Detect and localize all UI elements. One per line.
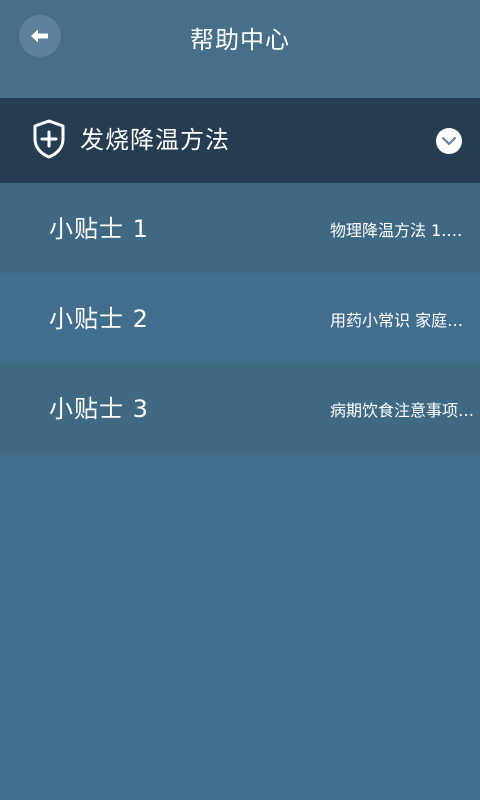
- shield-plus-icon: [31, 118, 67, 160]
- page-title: 帮助中心: [190, 26, 290, 54]
- tip-title: 小贴士 3: [49, 395, 149, 423]
- tip-preview: 物理降温方法 1.冷…: [330, 221, 476, 240]
- tip-row-2[interactable]: 小贴士 2 用药小常识 家庭药…: [0, 273, 480, 363]
- section-title: 发烧降温方法: [80, 126, 230, 154]
- tip-preview: 用药小常识 家庭药…: [330, 311, 476, 330]
- tip-title: 小贴士 1: [49, 215, 149, 243]
- section-header-fever-cooling[interactable]: 发烧降温方法: [0, 98, 480, 183]
- tip-row-1[interactable]: 小贴士 1 物理降温方法 1.冷…: [0, 183, 480, 273]
- tip-preview: 病期饮食注意事项 …: [330, 401, 476, 420]
- chevron-down-icon[interactable]: [436, 128, 462, 154]
- tip-title: 小贴士 2: [49, 305, 149, 333]
- app-header: 帮助中心: [0, 0, 480, 98]
- tip-row-3[interactable]: 小贴士 3 病期饮食注意事项 …: [0, 363, 480, 453]
- tips-list: 小贴士 1 物理降温方法 1.冷… 小贴士 2 用药小常识 家庭药… 小贴士 3…: [0, 183, 480, 453]
